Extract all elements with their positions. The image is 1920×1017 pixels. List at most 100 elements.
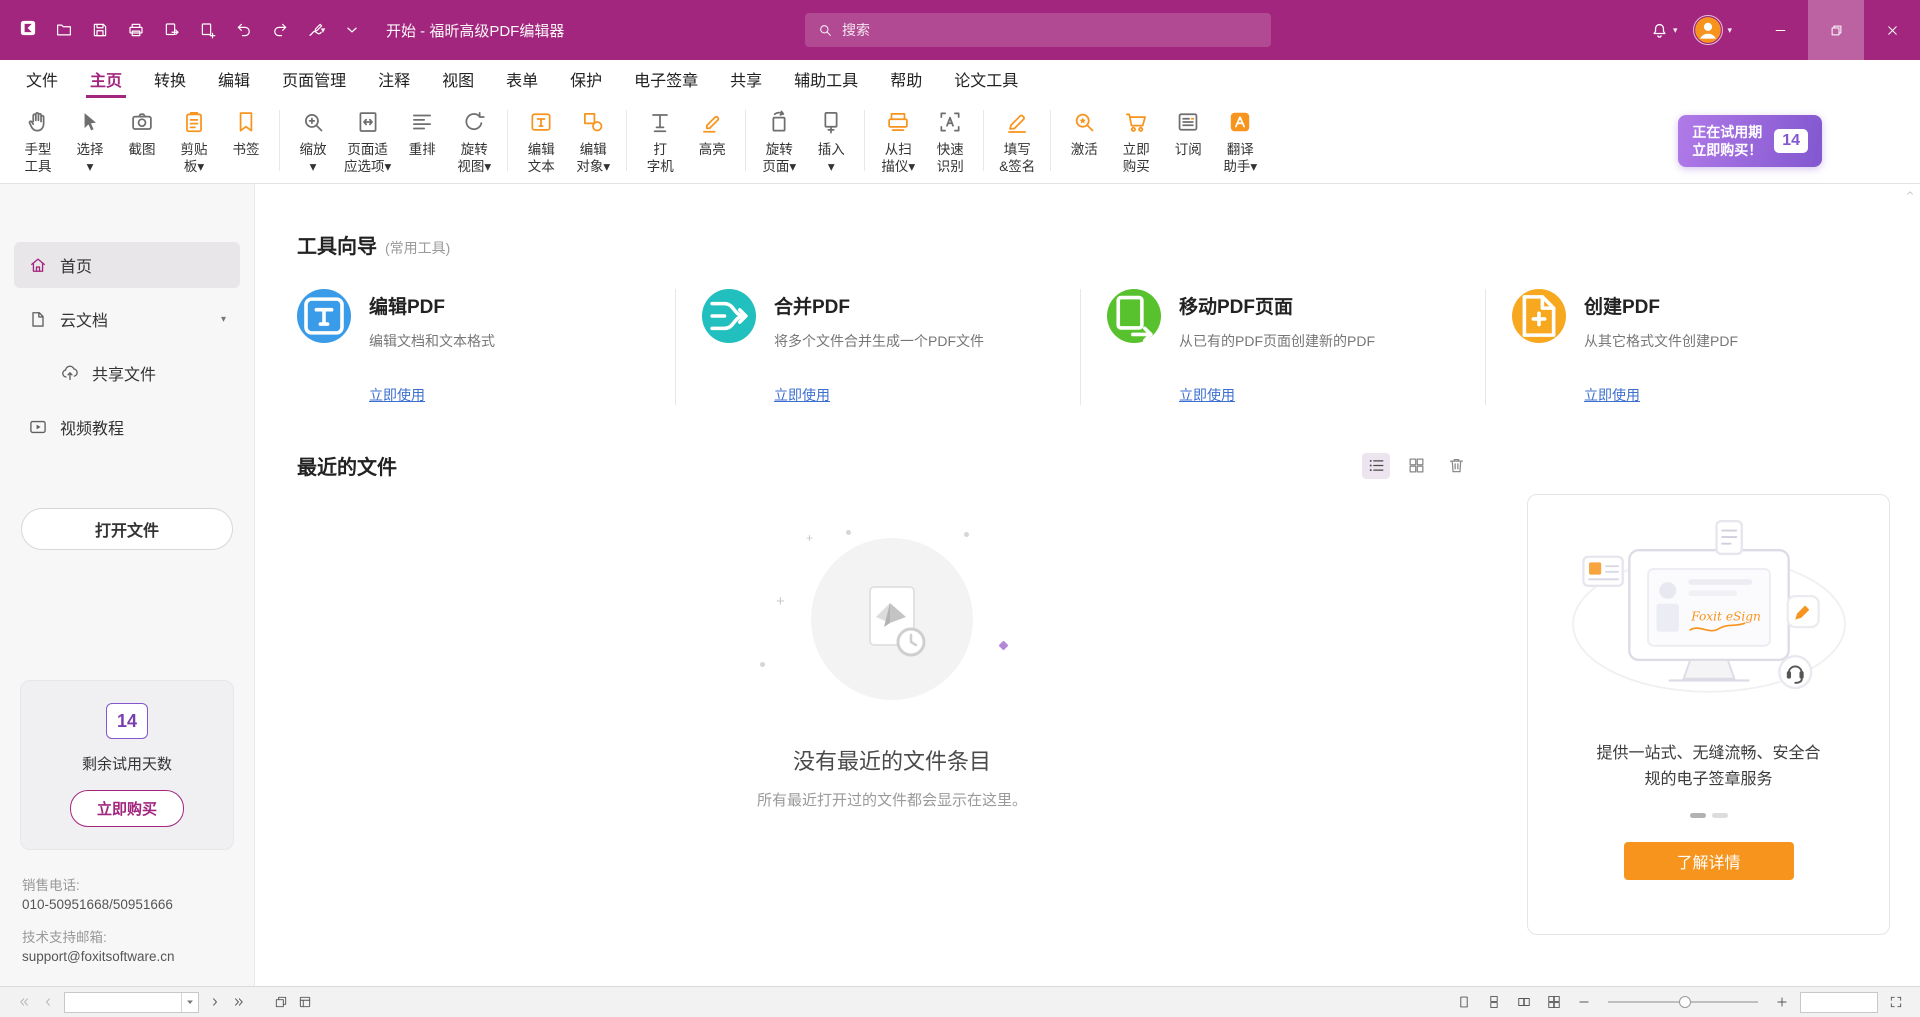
grid-view-button[interactable] [1402,453,1430,479]
sidebar-item-home[interactable]: 首页 [14,242,240,288]
tool-select[interactable]: 选择 ▾ [64,106,116,183]
snapshot-view-button[interactable] [269,991,293,1013]
tool-snapshot[interactable]: 截图 [116,106,168,183]
print-button[interactable] [118,12,154,48]
list-view-button[interactable] [1362,453,1390,479]
export-pdf-button[interactable] [154,12,190,48]
search-icon [817,22,833,38]
split-view-button[interactable] [293,991,317,1013]
scroll-up-icon[interactable] [1904,187,1916,199]
minimize-button[interactable] [1752,0,1808,60]
carousel-dot[interactable] [1712,813,1728,818]
esign-tool-button[interactable]: ▾ [298,12,334,48]
sidebar-item-shared-files[interactable]: 共享文件 [14,350,240,396]
menu-tab-help[interactable]: 帮助 [874,60,938,98]
account-button[interactable]: ▾ [1687,0,1738,60]
tool-typewriter[interactable]: 打 字机 [634,106,686,183]
zoom-out-button[interactable] [1572,991,1596,1013]
menu-tab-paper-tools[interactable]: 论文工具 [938,60,1034,98]
menu-tab-convert[interactable]: 转换 [138,60,202,98]
facing-view-button[interactable] [1512,991,1536,1013]
tool-bookmark[interactable]: 书签 [220,106,272,183]
tool-from-scanner[interactable]: 从扫 描仪▾ [872,106,924,183]
tool-hand-tool[interactable]: 手型 工具 [12,106,64,183]
use-now-link[interactable]: 立即使用 [1179,385,1235,405]
menu-tab-form[interactable]: 表单 [490,60,554,98]
buy-now-button[interactable]: 立即购买 [70,790,184,827]
tool-rotate-view[interactable]: 旋转 视图▾ [448,106,500,183]
tool-translate-assistant[interactable]: 翻译 助手▾ [1214,106,1266,183]
tool-reflow[interactable]: 重排 [396,106,448,183]
tool-highlight[interactable]: 高亮 [686,106,738,183]
tool-quick-ocr[interactable]: 快速 识别 [924,106,976,183]
tool-buy-now[interactable]: 立即 购买 [1110,106,1162,183]
clear-recent-button[interactable] [1442,453,1470,479]
sidebar-item-video-tutorials[interactable]: 视频教程 [14,404,240,450]
fullscreen-button[interactable] [1884,991,1908,1013]
menu-tab-share[interactable]: 共享 [714,60,778,98]
zoom-slider-thumb[interactable] [1679,996,1691,1008]
next-page-button[interactable] [203,991,227,1013]
save-icon [91,21,109,39]
undo-button[interactable] [226,12,262,48]
tool-edit-object[interactable]: 编辑 对象▾ [567,106,619,183]
wizard-card-move-pdf-pages[interactable]: 移动PDF页面从已有的PDF页面创建新的PDF立即使用 [1081,289,1486,405]
tool-clipboard[interactable]: 剪贴 板▾ [168,106,220,183]
first-page-button[interactable] [12,991,36,1013]
open-file-button[interactable]: 打开文件 [21,508,233,550]
zoom-in-button[interactable] [1770,991,1794,1013]
menu-tab-esign[interactable]: 电子签章 [618,60,714,98]
tool-subscribe[interactable]: 订阅 [1162,106,1214,183]
carousel-dot[interactable] [1690,813,1706,818]
zoom-slider[interactable] [1608,994,1758,1010]
use-now-link[interactable]: 立即使用 [1584,385,1640,405]
tool-fill-sign[interactable]: 填写 &签名 [991,106,1043,183]
restore-button[interactable] [1808,0,1864,60]
menu-tab-home[interactable]: 主页 [74,60,138,98]
menu-tab-comment[interactable]: 注释 [362,60,426,98]
menu-tab-accessibility[interactable]: 辅助工具 [778,60,874,98]
redo-button[interactable] [262,12,298,48]
chevron-down-icon[interactable]: ▾ [221,314,226,325]
use-now-link[interactable]: 立即使用 [774,385,830,405]
facing-continuous-view-button[interactable] [1542,991,1566,1013]
customize-quick-access-button[interactable] [334,12,370,48]
create-doc-button[interactable] [190,12,226,48]
support-email-value[interactable]: support@foxitsoftware.cn [22,947,232,966]
menu-tab-organize[interactable]: 页面管理 [266,60,362,98]
tool-edit-text[interactable]: 编辑 文本 [515,106,567,183]
snapshot-view-icon [274,995,288,1009]
page-number-input[interactable] [65,993,181,1012]
wizard-card-merge-pdf[interactable]: 合并PDF将多个文件合并生成一个PDF文件立即使用 [676,289,1081,405]
notifications-button[interactable]: ▾ [1644,0,1684,60]
foxit-logo[interactable] [10,12,46,48]
use-now-link[interactable]: 立即使用 [369,385,425,405]
search-box[interactable] [805,13,1271,47]
previous-page-button[interactable] [36,991,60,1013]
tool-insert[interactable]: 插入 ▾ [805,106,857,183]
open-button[interactable] [46,12,82,48]
menu-tab-protect[interactable]: 保护 [554,60,618,98]
continuous-view-button[interactable] [1482,991,1506,1013]
close-button[interactable] [1864,0,1920,60]
menu-tab-edit[interactable]: 编辑 [202,60,266,98]
save-button[interactable] [82,12,118,48]
menu-tab-view[interactable]: 视图 [426,60,490,98]
last-page-button[interactable] [227,991,251,1013]
single-page-view-button[interactable] [1452,991,1476,1013]
menu-tab-file[interactable]: 文件 [10,60,74,98]
tool-activate[interactable]: 激活 [1058,106,1110,183]
ribbon-separator [983,110,984,171]
learn-more-button[interactable]: 了解详情 [1624,842,1794,880]
card-title: 编辑PDF [369,292,495,319]
tool-zoom[interactable]: 缩放 ▾ [287,106,339,183]
wizard-card-edit-pdf[interactable]: 编辑PDF编辑文档和文本格式立即使用 [297,289,676,405]
page-dropdown-caret-icon[interactable] [181,993,198,1012]
zoom-level-input[interactable] [1800,992,1878,1013]
tool-fit-options[interactable]: 页面适 应选项▾ [339,106,396,183]
tool-rotate-pages[interactable]: 旋转 页面▾ [753,106,805,183]
trial-buy-badge[interactable]: 正在试用期 立即购买！ 14 [1678,115,1822,167]
search-input[interactable] [842,22,1259,38]
wizard-card-create-pdf[interactable]: 创建PDF从其它格式文件创建PDF立即使用 [1486,289,1890,405]
sidebar-item-cloud-docs[interactable]: 云文档▾ [14,296,240,342]
